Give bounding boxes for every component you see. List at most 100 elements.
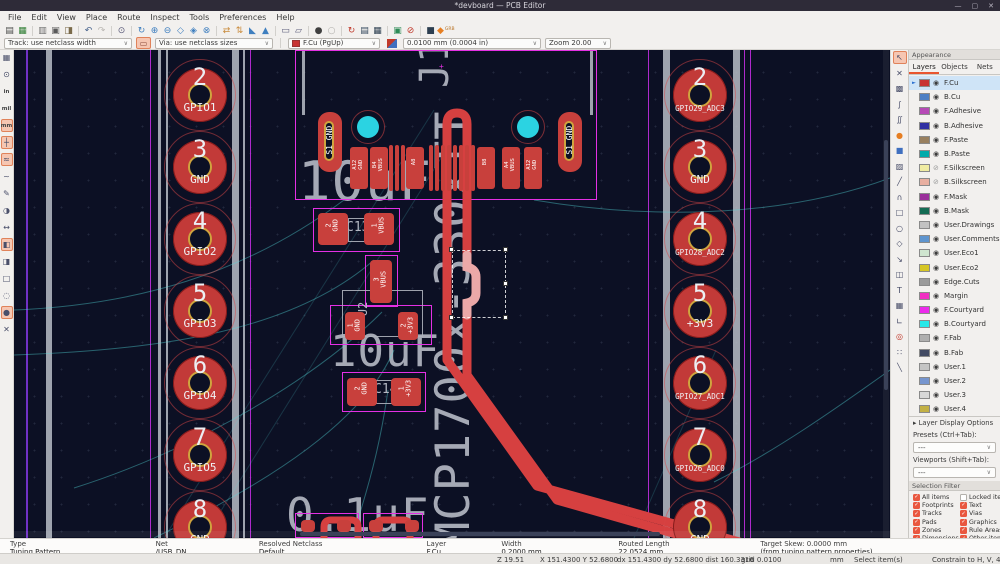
- ratsnest-show-icon[interactable]: ≈: [0, 153, 13, 166]
- visibility-eye-icon[interactable]: ◉: [933, 249, 941, 257]
- visibility-eye-icon[interactable]: ◉: [933, 193, 941, 201]
- usb-pad-thin[interactable]: [395, 145, 399, 191]
- layer-color-swatch[interactable]: [919, 121, 930, 130]
- visibility-eye-icon[interactable]: ◉: [933, 235, 941, 243]
- route-diff-pair-icon[interactable]: ∬: [893, 113, 907, 126]
- units-mm-icon[interactable]: mm: [0, 119, 13, 132]
- usb-pad-thin[interactable]: [459, 145, 463, 191]
- visibility-eye-icon[interactable]: ⊘: [933, 178, 941, 186]
- mirror-view-icon[interactable]: ▲: [259, 25, 272, 37]
- visibility-eye-icon[interactable]: ◉: [933, 207, 941, 215]
- draw-line-icon[interactable]: ╱: [893, 175, 907, 188]
- plot-icon[interactable]: ◨: [62, 25, 75, 37]
- 3d-viewer-icon[interactable]: ▦: [371, 25, 384, 37]
- regulator-pad-2[interactable]: 2 +3V3: [398, 312, 418, 340]
- import-settings-icon[interactable]: ⇄: [220, 25, 233, 37]
- layer-color-swatch[interactable]: [919, 192, 930, 201]
- page-settings-icon[interactable]: ▥: [36, 25, 49, 37]
- track-width-icon[interactable]: ▭: [136, 37, 151, 49]
- zoom-selection-icon[interactable]: ⊗: [200, 25, 213, 37]
- layer-row-f-mask[interactable]: ◉ F.Mask: [909, 190, 1000, 204]
- draw-rect-icon[interactable]: □: [893, 206, 907, 219]
- filter-vias[interactable]: ✓ Vias: [960, 510, 1000, 518]
- menu-route[interactable]: Route: [112, 13, 145, 22]
- menu-view[interactable]: View: [52, 13, 81, 22]
- color-mode-icon[interactable]: ◑: [1, 204, 13, 217]
- layer-color-swatch[interactable]: [919, 235, 930, 244]
- add-leader-icon[interactable]: ↘: [893, 253, 907, 266]
- add-text-icon[interactable]: T: [893, 284, 907, 297]
- filter-tracks[interactable]: ✓ Tracks: [913, 510, 960, 518]
- layer-row-user-1[interactable]: ◉ User.1: [909, 360, 1000, 374]
- scrollbar-thumb[interactable]: [884, 140, 888, 390]
- layer-row-b-adhesive[interactable]: ◉ B.Adhesive: [909, 119, 1000, 133]
- polar-coords-icon[interactable]: ⊙: [1, 68, 13, 81]
- header-pad-left-7[interactable]: 7 GPIO5: [164, 419, 236, 491]
- layer-row-b-courtyard[interactable]: ◉ B.Courtyard: [909, 317, 1000, 331]
- menu-edit[interactable]: Edit: [26, 13, 52, 22]
- filter-pads[interactable]: ✓ Pads: [913, 518, 960, 526]
- header-pad-right-5[interactable]: 5 +3V3: [664, 275, 736, 347]
- draw-circle-icon[interactable]: ○: [893, 222, 907, 235]
- layer-row-b-silkscreen[interactable]: ⊘ B.Silkscreen: [909, 175, 1000, 189]
- add-via-icon[interactable]: ●: [893, 129, 907, 142]
- layer-color-swatch[interactable]: [919, 263, 930, 272]
- undo-icon[interactable]: ↶: [82, 25, 95, 37]
- track-width-dropdown[interactable]: Track: use netclass width ∨: [4, 37, 132, 49]
- checkbox-icon[interactable]: ✓: [913, 493, 920, 501]
- visibility-eye-icon[interactable]: ◉: [933, 349, 941, 357]
- layer-row-user-eco2[interactable]: ◉ User.Eco2: [909, 260, 1000, 274]
- maximize-icon[interactable]: ▢: [972, 2, 979, 10]
- layer-color-swatch[interactable]: [919, 206, 930, 215]
- checkbox-icon[interactable]: ✓: [913, 501, 920, 509]
- layer-color-swatch[interactable]: [919, 150, 930, 159]
- visibility-eye-icon[interactable]: ◉: [933, 363, 941, 371]
- layer-display-options[interactable]: ▸ Layer Display Options: [909, 416, 1000, 429]
- layer-color-swatch[interactable]: [919, 178, 930, 187]
- layer-color-swatch[interactable]: [919, 220, 930, 229]
- selection-handle[interactable]: [503, 247, 508, 252]
- layer-pair-icon[interactable]: [384, 37, 399, 49]
- layer-row-b-cu[interactable]: ◉ B.Cu: [909, 90, 1000, 104]
- checkbox-icon[interactable]: ✓: [913, 518, 920, 526]
- save-icon[interactable]: ▤: [3, 25, 16, 37]
- select-area-icon[interactable]: ▭: [279, 25, 292, 37]
- close-icon[interactable]: ✕: [988, 2, 994, 10]
- layer-color-swatch[interactable]: [919, 377, 930, 386]
- select-tool-icon[interactable]: ↖: [892, 51, 907, 64]
- checkbox-icon[interactable]: ✓: [960, 510, 967, 518]
- checkbox-icon[interactable]: ✓: [960, 501, 967, 509]
- usb-pad-thin[interactable]: [447, 145, 451, 191]
- grid-dropdown[interactable]: 0.0100 mm (0.0004 in) ∨: [403, 37, 541, 49]
- minimize-icon[interactable]: —: [955, 2, 962, 10]
- lock-icon[interactable]: ●: [312, 25, 325, 37]
- layer-row-f-paste[interactable]: ◉ F.Paste: [909, 133, 1000, 147]
- add-image-icon[interactable]: ◫: [893, 268, 907, 281]
- layer-color-swatch[interactable]: [919, 334, 930, 343]
- visibility-eye-icon[interactable]: ◉: [933, 278, 941, 286]
- tab-objects[interactable]: Objects: [939, 60, 969, 74]
- drill-origin-icon[interactable]: ◎: [893, 330, 907, 343]
- board-setup-icon[interactable]: ▦: [16, 25, 29, 37]
- scripting-console-icon[interactable]: ■: [424, 25, 437, 37]
- selection-handle[interactable]: [503, 281, 508, 286]
- pcb-canvas[interactable]: 10uF 10uF 0.1uF MCP1700x-330xTT J1: [14, 50, 890, 538]
- regulator-pad-3[interactable]: 3 VBUS: [370, 260, 392, 303]
- usb-shield-pad[interactable]: S1 GND: [318, 112, 342, 172]
- crosshair-cursor-icon[interactable]: ┼: [0, 136, 13, 149]
- visibility-eye-icon[interactable]: ◉: [933, 79, 941, 87]
- filter-rule-areas[interactable]: ✓ Rule Areas: [960, 526, 1000, 534]
- checkbox-icon[interactable]: [960, 493, 967, 501]
- draw-arc-icon[interactable]: ∩: [893, 191, 907, 204]
- filter-all-items[interactable]: ✓ All items: [913, 493, 960, 501]
- layer-color-swatch[interactable]: [919, 135, 930, 144]
- route-tracks-icon[interactable]: ∫: [893, 98, 907, 111]
- selection-handle[interactable]: [449, 315, 454, 320]
- layer-color-swatch[interactable]: [919, 306, 930, 315]
- visibility-eye-icon[interactable]: ◉: [933, 221, 941, 229]
- layer-color-swatch[interactable]: [919, 362, 930, 371]
- presets-dropdown[interactable]: --- ∨: [913, 442, 996, 453]
- vertical-scrollbar[interactable]: [883, 50, 889, 538]
- grid-dots-icon[interactable]: ▦: [1, 51, 13, 64]
- via-size-dropdown[interactable]: Via: use netclass sizes ∨: [155, 37, 273, 49]
